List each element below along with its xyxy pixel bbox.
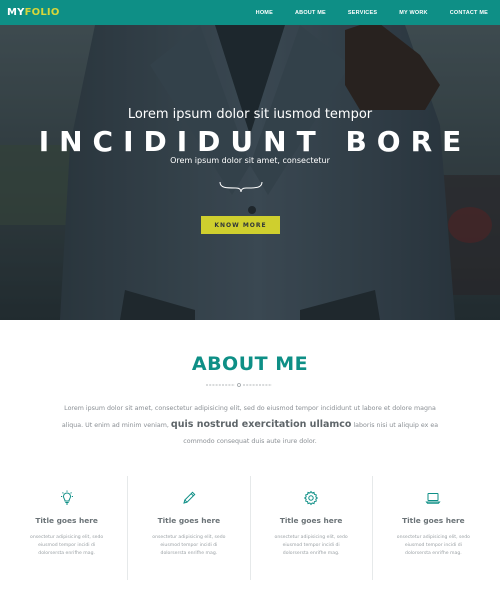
feature-card: Title goes here onsectetur adipisicing e… bbox=[251, 476, 373, 580]
feature-card: Title goes here onsectetur adipisicing e… bbox=[6, 476, 129, 580]
about-text-strong: quis nostrud exercitation ullamco bbox=[170, 419, 352, 430]
feature-title: Title goes here bbox=[157, 516, 221, 525]
gear-icon bbox=[304, 490, 319, 506]
feature-description: onsectetur adipisicing elit, sedo eiusmo… bbox=[30, 535, 104, 556]
nav-link-work[interactable]: MY WORK bbox=[399, 10, 428, 16]
feature-card: Title goes here onsectetur adipisicing e… bbox=[373, 476, 494, 580]
nav-link-contact[interactable]: CONTACT ME bbox=[450, 10, 488, 16]
feature-title: Title goes here bbox=[35, 516, 98, 525]
feature-description: onsectetur adipisicing elit, sedo eiusmo… bbox=[152, 535, 226, 556]
nav-link-about[interactable]: ABOUT ME bbox=[295, 10, 326, 16]
about-paragraph: Lorem ipsum dolor sit amet, consectetur … bbox=[55, 401, 445, 450]
about-title: ABOUT ME bbox=[191, 353, 309, 375]
logo-part-my: MY bbox=[7, 7, 25, 18]
nav-link-home[interactable]: HOME bbox=[256, 10, 273, 16]
hero-content: Lorem ipsum dolor sit iusmod tempor INCI… bbox=[0, 25, 500, 320]
laptop-icon bbox=[425, 493, 441, 504]
feature-description: onsectetur adipisicing elit, sedo eiusmo… bbox=[396, 535, 470, 556]
hero-kicker: Lorem ipsum dolor sit iusmod tempor bbox=[127, 107, 373, 122]
feature-title: Title goes here bbox=[402, 516, 465, 525]
features-row: Title goes here onsectetur adipisicing e… bbox=[6, 476, 494, 580]
know-more-button[interactable]: KNOW MORE bbox=[201, 216, 280, 234]
pencil-icon bbox=[183, 491, 196, 504]
nav-link-services[interactable]: SERVICES bbox=[348, 10, 377, 16]
feature-description: onsectetur adipisicing elit, sedo eiusmo… bbox=[274, 535, 348, 556]
top-navbar: MYFOLIO HOME ABOUT ME SERVICES MY WORK C… bbox=[0, 0, 500, 25]
logo-part-folio: FOLIO bbox=[24, 7, 60, 18]
nav-menu: HOME ABOUT ME SERVICES MY WORK CONTACT M… bbox=[234, 10, 488, 16]
hero-title: INCIDIDUNT BORE bbox=[38, 125, 472, 158]
feature-card: Title goes here onsectetur adipisicing e… bbox=[128, 476, 251, 580]
hero-brace-divider bbox=[219, 181, 263, 193]
feature-title: Title goes here bbox=[279, 516, 343, 525]
hero-subtitle: Orem ipsum dolor sit amet, consectetur bbox=[170, 156, 330, 165]
site-logo[interactable]: MYFOLIO bbox=[7, 7, 60, 18]
hero-section: Lorem ipsum dolor sit iusmod tempor INCI… bbox=[0, 25, 500, 320]
about-divider bbox=[206, 383, 272, 387]
lightbulb-icon bbox=[60, 490, 73, 505]
